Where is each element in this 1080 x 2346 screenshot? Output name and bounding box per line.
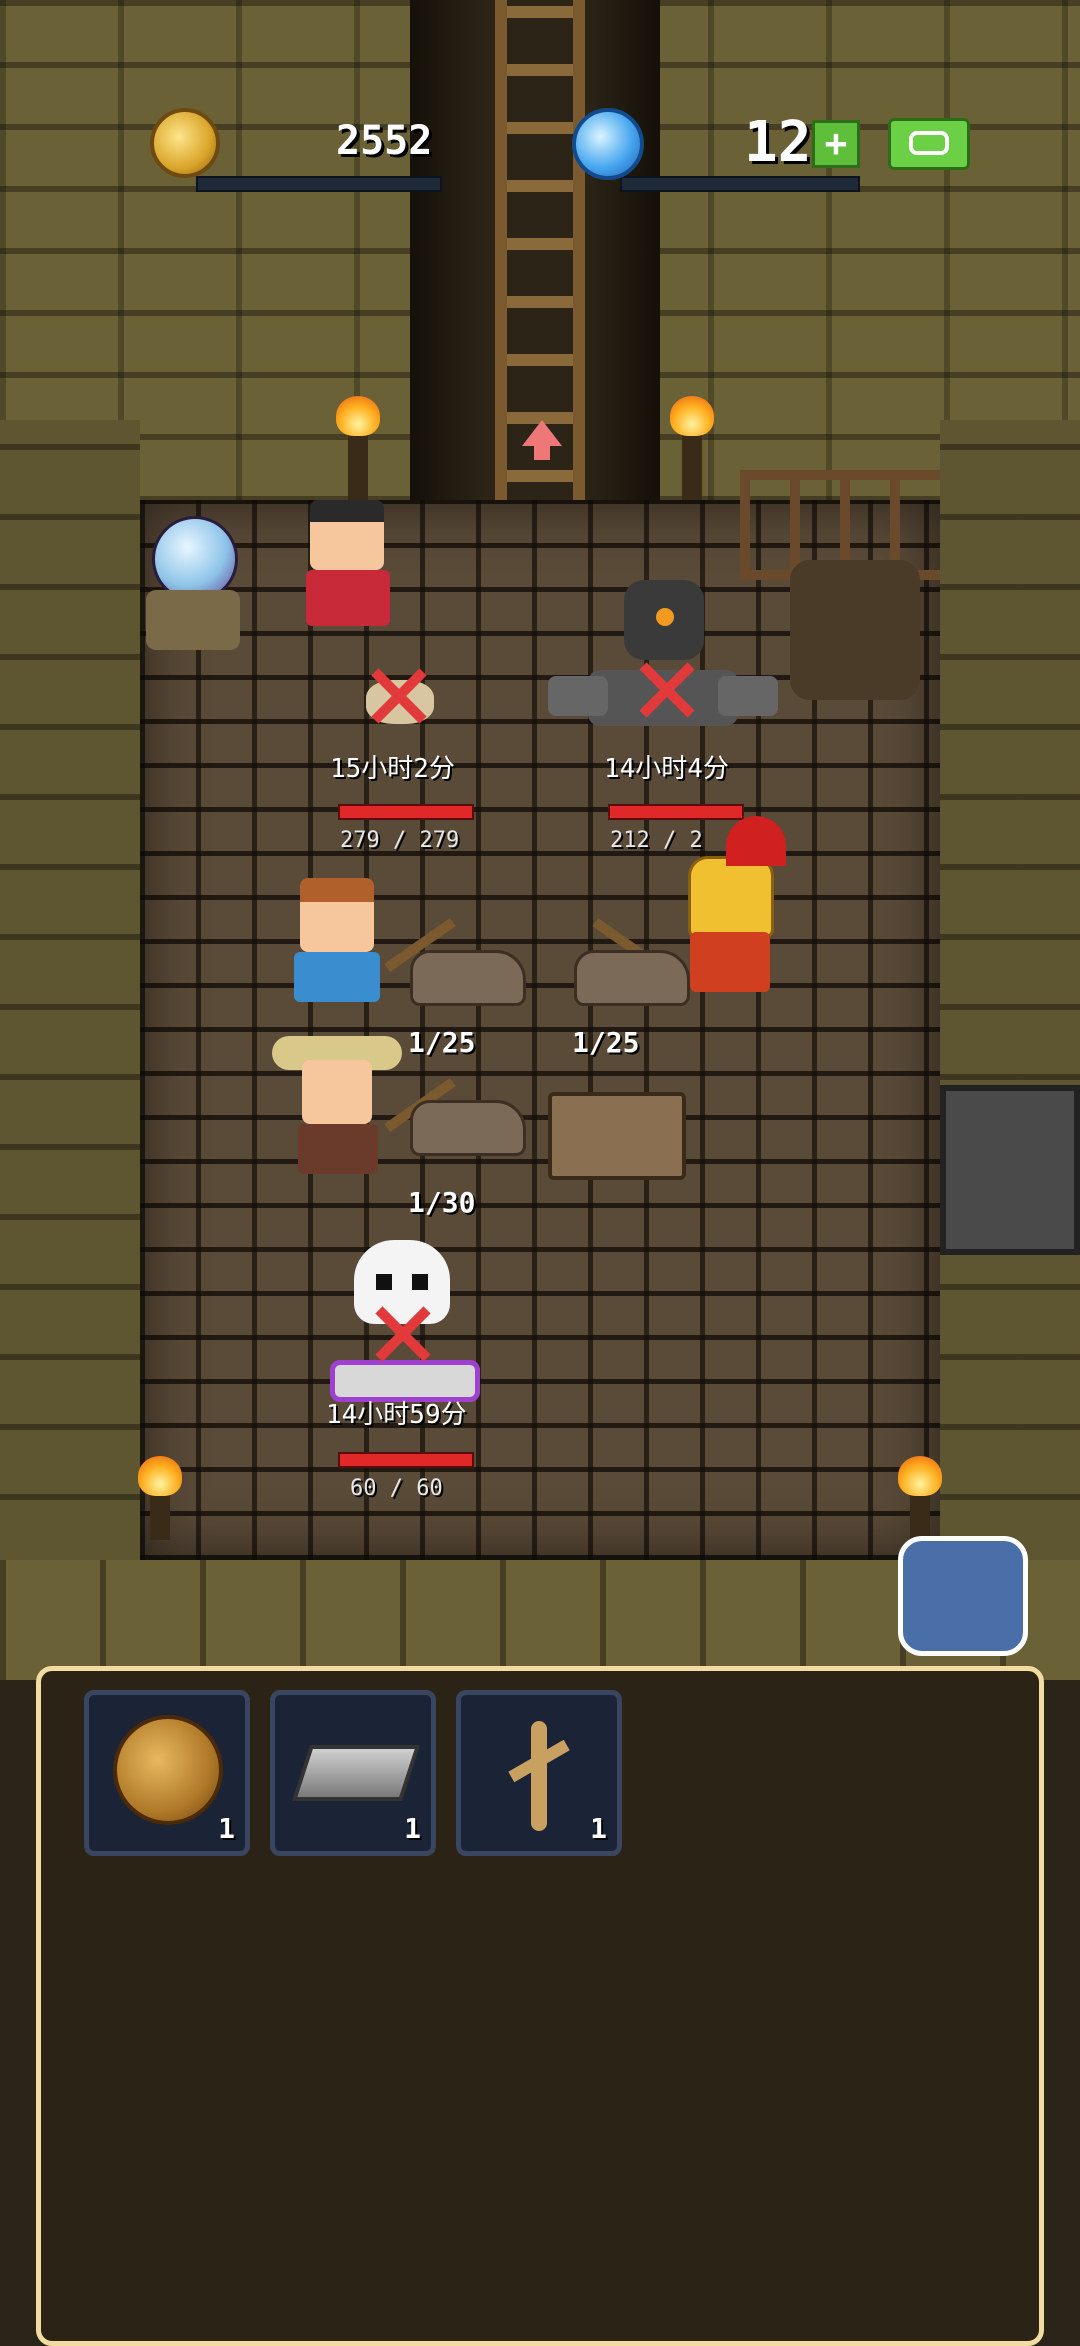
mining-progress: 1/25: [572, 1026, 640, 1059]
defeated-x-icon: [372, 1304, 432, 1364]
miner-character[interactable]: [286, 870, 396, 1020]
gold-coin-icon: [150, 108, 220, 178]
torch-icon: [898, 1456, 942, 1540]
inventory-slot[interactable]: 1: [84, 1690, 250, 1856]
gold-bar: [196, 176, 442, 192]
ore-rock[interactable]: [410, 950, 526, 1006]
defeated-x-icon: [368, 666, 428, 726]
share-icon: [909, 131, 949, 155]
workbench[interactable]: [548, 1092, 686, 1180]
skeleton-hp-text: 60 / 60: [350, 1476, 443, 1501]
bat-respawn-timer: 15小时2分: [330, 754, 455, 784]
mining-progress: 1/25: [408, 1026, 476, 1059]
locked-chest[interactable]: [940, 1085, 1080, 1255]
armor-stand: [790, 560, 920, 700]
crystal-pedestal: [146, 590, 240, 650]
add-gems-button[interactable]: +: [812, 120, 860, 168]
skeleton-monster[interactable]: [330, 1240, 480, 1410]
golem-respawn-timer: 14小时4分: [604, 754, 729, 784]
knight-character[interactable]: [676, 816, 806, 1016]
gem-bar: [620, 176, 860, 192]
inventory-slot[interactable]: 1: [456, 1690, 622, 1856]
gem-icon: [572, 108, 644, 180]
iron-ingot-icon: [291, 1745, 421, 1801]
right-wall: [940, 420, 1080, 1570]
item-quantity: 1: [404, 1812, 421, 1845]
golem-monster[interactable]: [548, 580, 778, 750]
dungeon-scene: 15小时2分 279 / 279 14小时4分 212 / 2 1/25 1/2…: [0, 0, 1080, 1680]
skeleton-respawn-timer: 14小时59分: [326, 1400, 467, 1430]
mining-progress: 1/30: [408, 1186, 476, 1219]
share-button[interactable]: [888, 118, 970, 170]
up-arrow-icon[interactable]: [522, 420, 562, 460]
bat-monster[interactable]: [360, 660, 440, 740]
gold-coin-icon: [113, 1715, 223, 1825]
bat-hp-text: 279 / 279: [340, 828, 460, 853]
left-wall: [0, 420, 140, 1570]
root-icon: [531, 1721, 547, 1831]
inventory-slot[interactable]: 1: [270, 1690, 436, 1856]
torch-icon: [670, 396, 714, 500]
gem-amount: 12: [744, 110, 812, 175]
gold-amount: 2552: [336, 118, 433, 164]
torch-icon: [138, 1456, 182, 1540]
defeated-x-icon: [636, 660, 696, 720]
ore-rock[interactable]: [574, 950, 690, 1006]
item-quantity: 1: [590, 1812, 607, 1845]
bat-hp-bar: [338, 804, 474, 820]
item-quantity: 1: [218, 1812, 235, 1845]
ore-rock[interactable]: [410, 1100, 526, 1156]
collection-jar-button[interactable]: [898, 1536, 1028, 1656]
skeleton-hp-bar: [338, 1452, 474, 1468]
villager-character[interactable]: [296, 490, 406, 640]
farmer-character[interactable]: [272, 1016, 402, 1186]
